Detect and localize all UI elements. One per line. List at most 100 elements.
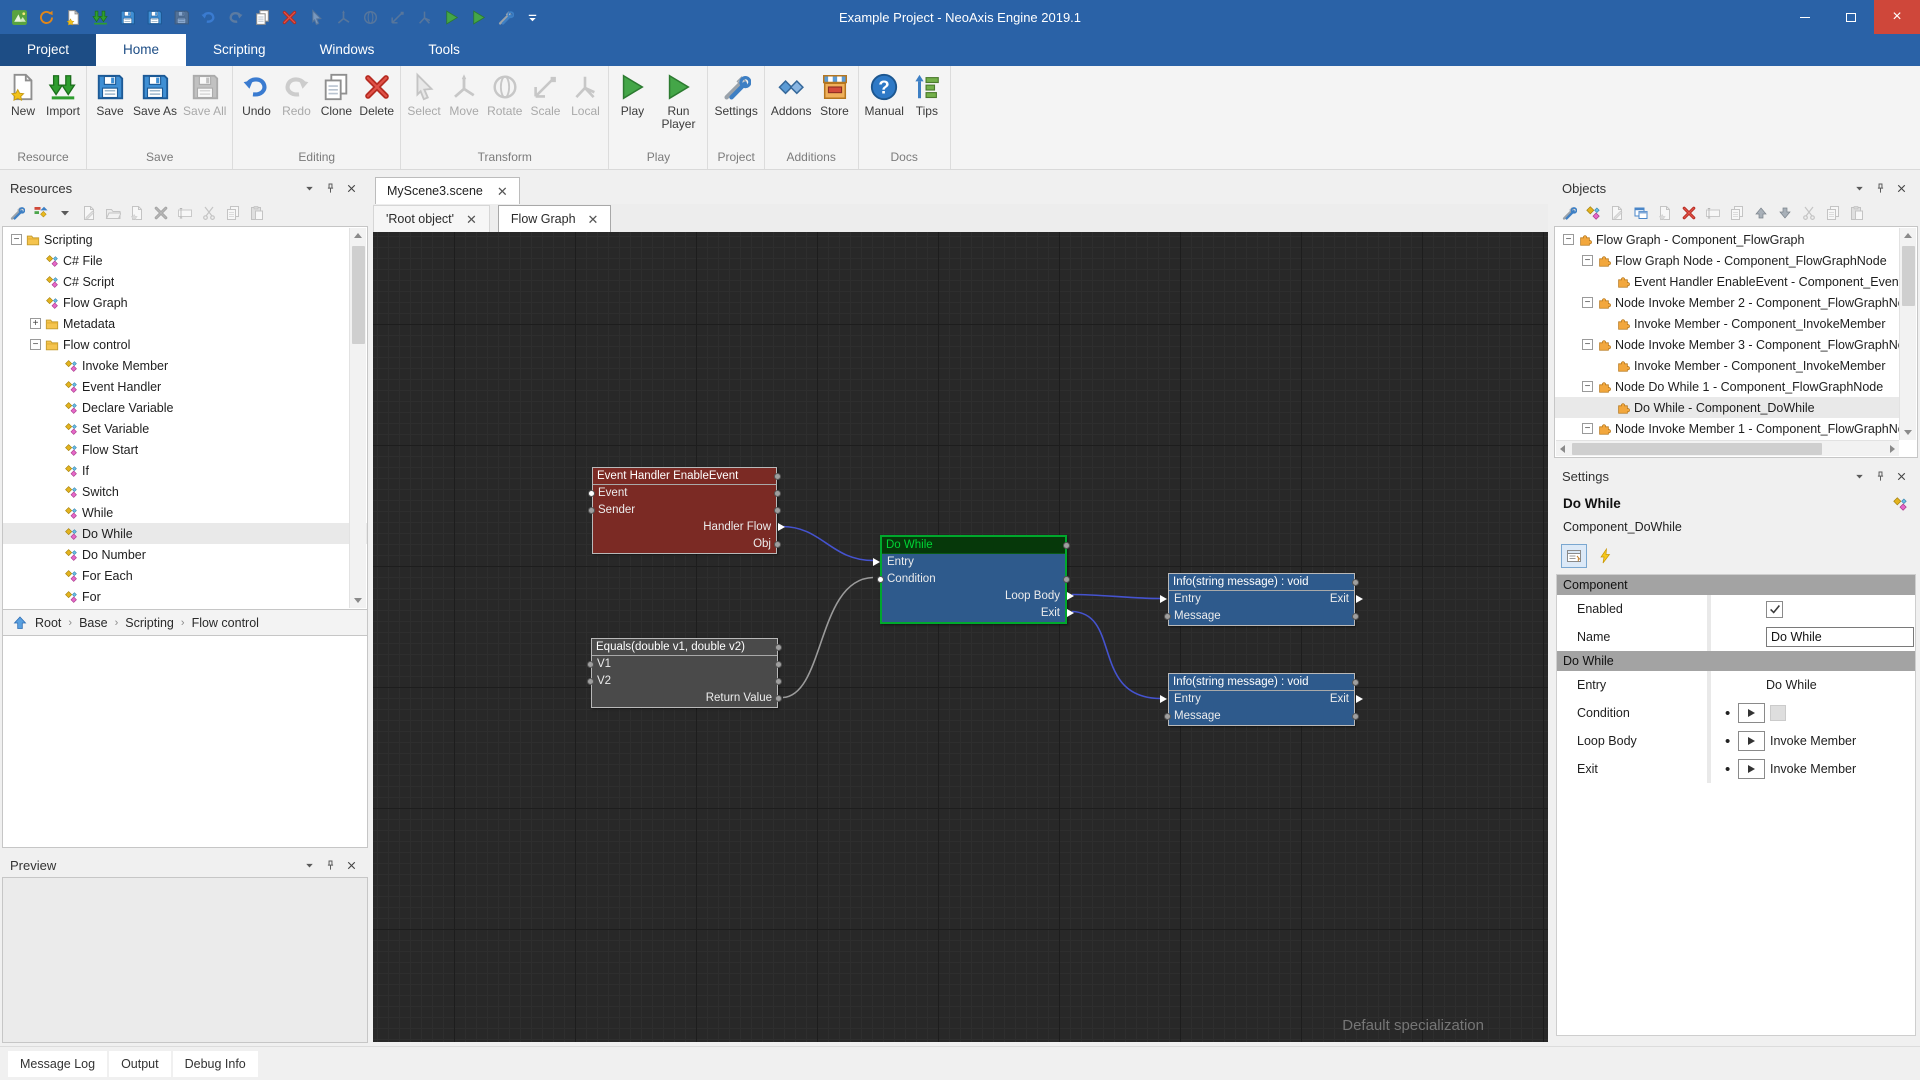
connection-loop-body-to-info1-entry[interactable] [1071,593,1162,600]
panel-pin-button[interactable] [321,856,339,874]
resources-tree-item-do-while[interactable]: Do While [3,523,367,544]
ribbon-button-local[interactable]: Local [565,68,605,118]
node-pin[interactable] [1160,695,1167,703]
qat-redo-button[interactable] [224,6,246,28]
resources-tree-item-do-number[interactable]: Do Number [3,544,367,565]
scroll-left-icon[interactable] [1560,445,1565,453]
objects-cut-button[interactable] [1799,203,1819,223]
expander-icon[interactable]: − [11,234,22,245]
scroll-up-icon[interactable] [354,233,362,238]
resources-tree-item-if[interactable]: If [3,460,367,481]
ribbon-button-clone[interactable]: Clone [316,68,356,118]
resources-tree-item-switch[interactable]: Switch [3,481,367,502]
node-pin[interactable] [774,541,781,548]
node-pin[interactable] [778,523,785,531]
breadcrumb-item-root[interactable]: Root [35,616,61,630]
resources-delete-button[interactable] [151,203,171,223]
scrollbar-thumb[interactable] [1902,246,1915,306]
resources-tree-item-while[interactable]: While [3,502,367,523]
qat-delete-button[interactable] [278,6,300,28]
node-pin[interactable] [587,661,594,668]
objects-tree-item-node-invoke-member-1-component-flowgraphnode[interactable]: − Node Invoke Member 1 - Component_FlowGr… [1555,418,1900,439]
menu-tab-scripting[interactable]: Scripting [186,34,293,66]
menu-tab-project[interactable]: Project [0,34,97,66]
resources-paste-button[interactable] [247,203,267,223]
resources-copy-button[interactable] [223,203,243,223]
qat-import-button[interactable] [89,6,111,28]
expander-icon[interactable]: − [1582,423,1593,434]
tab-flow-graph[interactable]: Flow Graph ✕ [497,205,612,232]
resources-open-button[interactable] [103,203,123,223]
ribbon-button-select[interactable]: Select [404,68,444,118]
objects-tree-item-flow-graph-node-component-flowgraphnode[interactable]: − Flow Graph Node - Component_FlowGraphNo… [1555,250,1900,271]
breadcrumb-item-flow-control[interactable]: Flow control [192,616,259,630]
qat-clone-button[interactable] [251,6,273,28]
resources-rename-button[interactable] [175,203,195,223]
expander-icon[interactable]: − [1582,297,1593,308]
breadcrumb-item-base[interactable]: Base [79,616,108,630]
ribbon-button-store[interactable]: Store [815,68,855,118]
flow-graph-canvas[interactable]: Event Handler EnableEvent Event Sender Hand… [373,232,1548,1042]
resources-cut-button[interactable] [199,203,219,223]
flow-node-info-2[interactable]: Info(string message) : void Entry Exit Mess… [1160,673,1363,726]
node-pin[interactable] [775,644,782,651]
resources-options-button[interactable] [7,203,27,223]
close-tab-icon[interactable]: ✕ [466,213,477,226]
objects-window-button[interactable] [1631,203,1651,223]
node-pin[interactable] [1352,613,1359,620]
qat-scale-button[interactable] [386,6,408,28]
resources-tree-item-metadata[interactable]: + Metadata [3,313,367,334]
qat-rotate-button[interactable] [359,6,381,28]
resources-new-resource-button[interactable] [127,203,147,223]
bottom-tab-debug-info[interactable]: Debug Info [172,1050,258,1077]
ribbon-button-play[interactable]: Play [612,68,652,118]
panel-menu-button[interactable] [1850,179,1868,197]
node-pin[interactable] [1356,595,1363,603]
connection-handler-flow-to-entry[interactable] [781,525,874,562]
node-pin[interactable] [775,695,782,702]
events-tab-button[interactable] [1592,544,1618,568]
menu-tab-windows[interactable]: Windows [293,34,402,66]
objects-move-up-button[interactable] [1751,203,1771,223]
ribbon-button-rotate[interactable]: Rotate [484,68,525,118]
node-pin[interactable] [1352,579,1359,586]
menu-tab-home[interactable]: Home [96,34,187,66]
ribbon-button-run-player[interactable]: Run Player [652,68,704,131]
tab-root-object[interactable]: 'Root object' ✕ [373,205,490,232]
panel-menu-button[interactable] [300,179,318,197]
condition-ref-button[interactable] [1738,703,1765,723]
panel-pin-button[interactable] [1871,179,1889,197]
resources-tree-item-c-file[interactable]: C# File [3,250,367,271]
objects-tree-item-flow-graph-component-flowgraph[interactable]: − Flow Graph - Component_FlowGraph [1555,229,1900,250]
objects-tree-item-invoke-member-component-invokemember[interactable]: Invoke Member - Component_InvokeMember [1555,313,1900,334]
name-input[interactable]: Do While [1766,627,1914,647]
resources-tree-item-declare-variable[interactable]: Declare Variable [3,397,367,418]
connection-exit-to-info2-entry[interactable] [1071,610,1162,700]
objects-paste-button[interactable] [1847,203,1867,223]
resources-tree-item-scripting[interactable]: − Scripting [3,229,367,250]
scroll-down-icon[interactable] [354,598,362,603]
bottom-tab-output[interactable]: Output [109,1050,171,1077]
resources-tree-item-for-each[interactable]: For Each [3,565,367,586]
objects-rename-button[interactable] [1703,203,1723,223]
flow-node-equals[interactable]: Equals(double v1, double v2) V1 V2 Return V… [587,638,782,708]
resources-tree-item-set-variable[interactable]: Set Variable [3,418,367,439]
minimize-button[interactable] [1782,0,1828,34]
ribbon-button-settings[interactable]: Settings [711,68,760,118]
objects-tree-item-do-while-component-dowhile[interactable]: Do While - Component_DoWhile [1555,397,1900,418]
flow-node-do-while[interactable]: Do While Entry Condition Loop Body Exit [873,535,1074,624]
node-pin[interactable] [877,576,884,583]
enabled-checkbox[interactable] [1766,600,1783,618]
resources-tree-item-c-script[interactable]: C# Script [3,271,367,292]
resources-tree-item-invoke-member[interactable]: Invoke Member [3,355,367,376]
ribbon-button-redo[interactable]: Redo [276,68,316,118]
objects-delete-button[interactable] [1679,203,1699,223]
scroll-down-icon[interactable] [1904,430,1912,435]
expander-icon[interactable]: + [30,318,41,329]
scroll-right-icon[interactable] [1890,445,1895,453]
scroll-up-icon[interactable] [1904,233,1912,238]
panel-close-button[interactable] [342,179,360,197]
expander-icon[interactable]: − [30,339,41,350]
scrollbar-thumb[interactable] [352,246,365,344]
node-pin[interactable] [774,507,781,514]
